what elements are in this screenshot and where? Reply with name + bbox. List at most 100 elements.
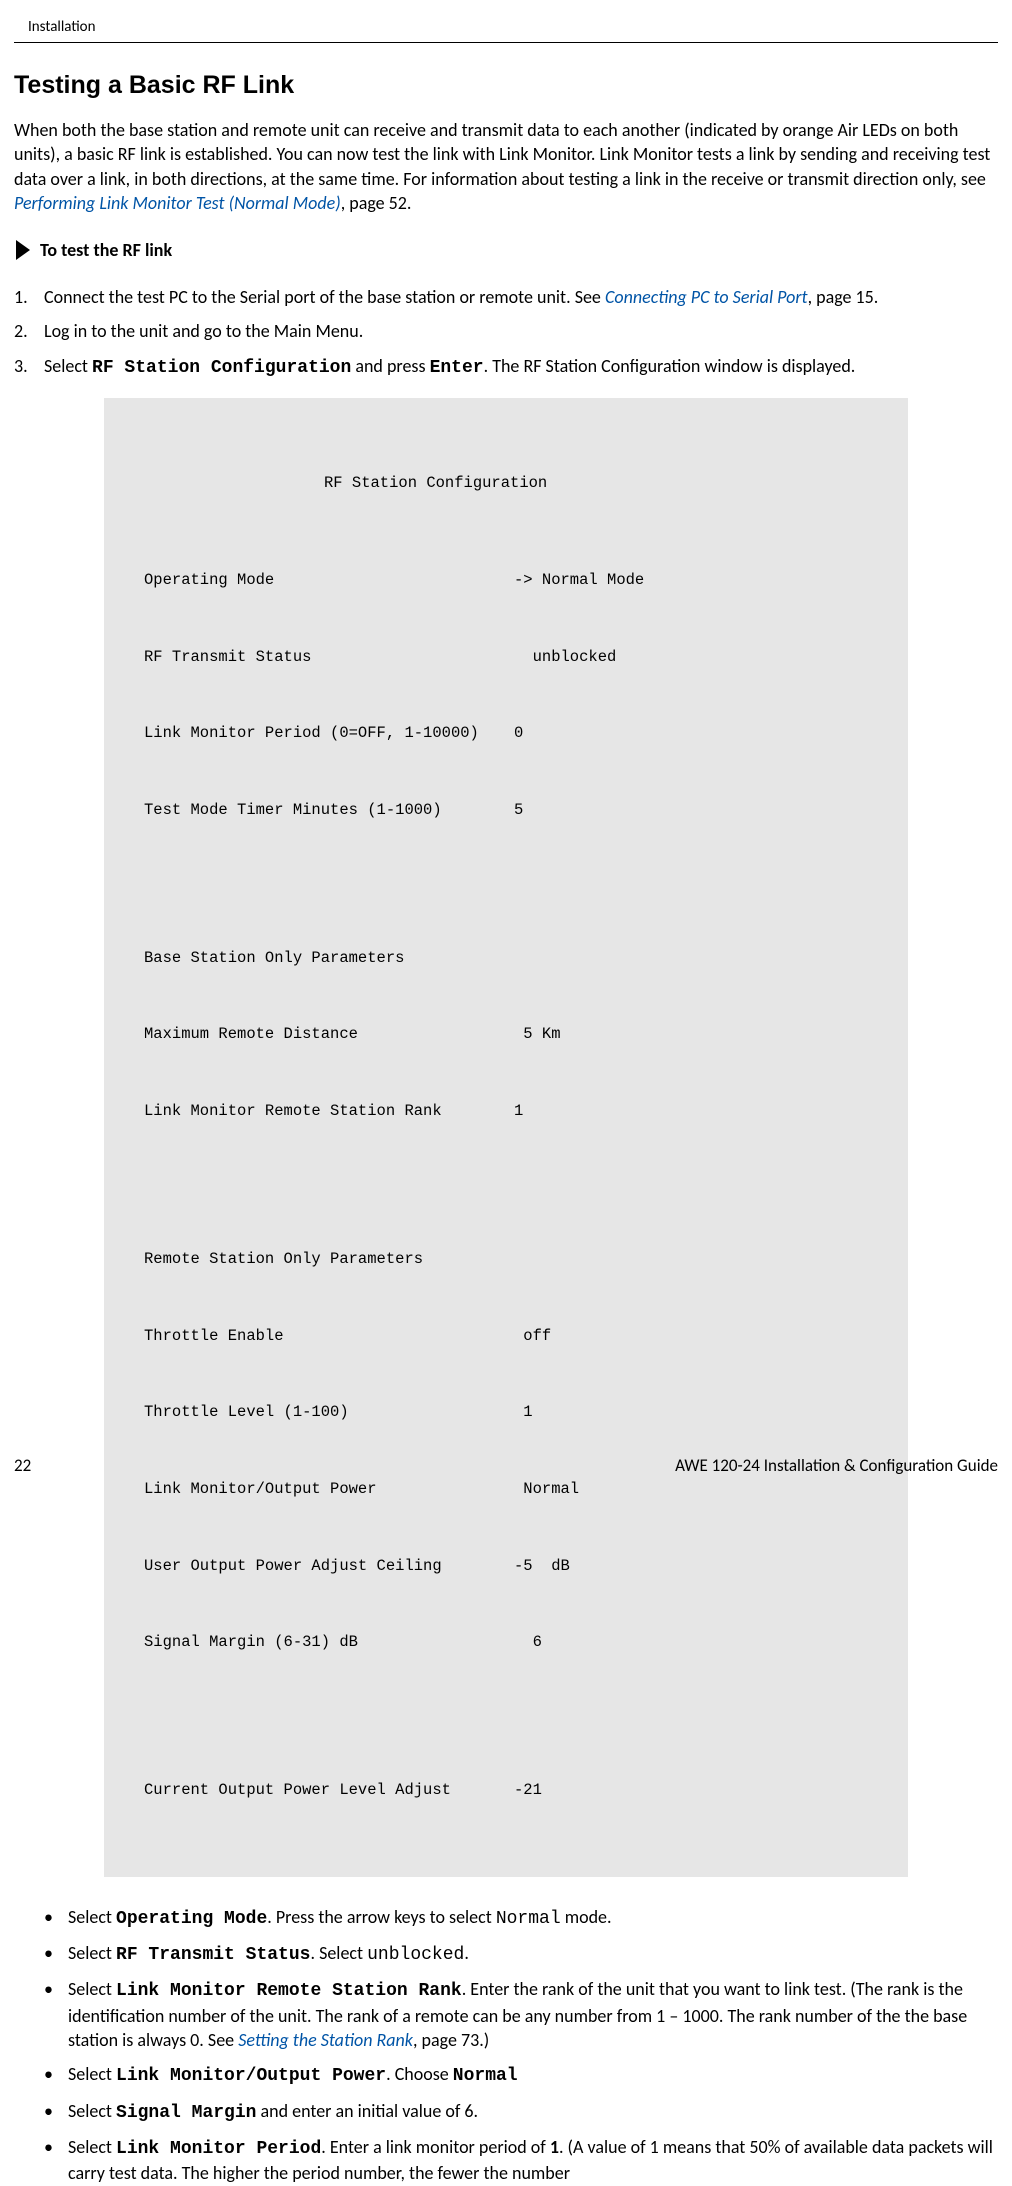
ordered-list: 1. Connect the test PC to the Serial por… <box>14 285 998 380</box>
page-title: Testing a Basic RF Link <box>14 71 998 100</box>
terminal-label: User Output Power Adjust Ceiling <box>144 1554 514 1580</box>
step-body: Connect the test PC to the Serial port o… <box>44 285 998 309</box>
terminal-row: Throttle Enable off <box>144 1324 868 1350</box>
terminal-row: RF Transmit Status unblocked <box>144 645 868 671</box>
terminal-value: 5 <box>514 798 868 824</box>
bullet-link[interactable]: Setting the Station Rank <box>238 2029 413 2051</box>
procedure-heading-text: To test the RF link <box>40 239 172 261</box>
step-code: Enter <box>430 358 484 378</box>
bullet-marker: • <box>44 2135 68 2186</box>
terminal-value: Normal <box>514 1477 868 1503</box>
bullet-item: • Select Link Monitor Period. Enter a li… <box>44 2135 998 2186</box>
terminal-spacer <box>144 1707 868 1727</box>
bullet-text: Select <box>68 2136 116 2158</box>
header-section: Installation <box>14 0 998 43</box>
terminal-value: 1 <box>514 1400 868 1426</box>
footer: 22 AWE 120-24 Installation & Configurati… <box>14 1455 998 1476</box>
terminal-title: RF Station Configuration <box>144 471 868 497</box>
terminal-value: -5 dB <box>514 1554 868 1580</box>
bullet-text: Select <box>68 1906 116 1928</box>
header-text: Installation <box>28 18 95 36</box>
terminal-row: Link Monitor Remote Station Rank1 <box>144 1099 868 1125</box>
bullet-code: Link Monitor Period <box>116 2139 321 2159</box>
intro-text-2: , page 52. <box>341 192 412 214</box>
intro-link[interactable]: Performing Link Monitor Test (Normal Mod… <box>14 192 341 214</box>
terminal-label: Current Output Power Level Adjust <box>144 1778 514 1804</box>
footer-title: AWE 120-24 Installation & Configuration … <box>675 1455 998 1476</box>
terminal-label: Throttle Level (1-100) <box>144 1400 514 1426</box>
bullet-text: and enter an initial value of 6. <box>256 2100 478 2122</box>
bullet-code: Operating Mode <box>116 1909 267 1929</box>
bullet-body: Select Link Monitor/Output Power. Choose… <box>68 2062 998 2088</box>
bullet-code: Link Monitor Remote Station Rank <box>116 1981 462 2001</box>
terminal-label: Link Monitor Period (0=OFF, 1-10000) <box>144 721 514 747</box>
step-link[interactable]: Connecting PC to Serial Port <box>605 286 808 308</box>
step-num: 2. <box>14 319 44 343</box>
terminal-row: User Output Power Adjust Ceiling-5 dB <box>144 1554 868 1580</box>
bullet-text: Select <box>68 1942 116 1964</box>
step-text: , page 15. <box>808 286 879 308</box>
terminal-row: Signal Margin (6-31) dB 6 <box>144 1630 868 1656</box>
bullet-bold: 1 <box>550 2136 559 2158</box>
terminal-label: Base Station Only Parameters <box>144 946 514 972</box>
terminal-label: Maximum Remote Distance <box>144 1022 514 1048</box>
page-number: 22 <box>14 1455 31 1476</box>
terminal-row: Link Monitor Period (0=OFF, 1-10000)0 <box>144 721 868 747</box>
terminal-label: Link Monitor/Output Power <box>144 1477 514 1503</box>
bullet-code: Normal <box>453 2066 518 2086</box>
terminal-row: Remote Station Only Parameters <box>144 1247 868 1273</box>
terminal-output: RF Station Configuration Operating Mode-… <box>104 398 908 1877</box>
bullet-text: . Enter a link monitor period of <box>321 2136 550 2158</box>
bullet-body: Select Link Monitor Remote Station Rank.… <box>68 1977 998 2052</box>
terminal-value: 0 <box>514 721 868 747</box>
bullet-item: • Select Operating Mode. Press the arrow… <box>44 1905 998 1931</box>
bullet-list: • Select Operating Mode. Press the arrow… <box>44 1905 998 2186</box>
step-text: Connect the test PC to the Serial port o… <box>44 286 605 308</box>
terminal-label: Operating Mode <box>144 568 514 594</box>
bullet-marker: • <box>44 1977 68 2052</box>
bullet-body: Select Signal Margin and enter an initia… <box>68 2099 998 2125</box>
terminal-label: Test Mode Timer Minutes (1-1000) <box>144 798 514 824</box>
bullet-text: . Press the arrow keys to select <box>267 1906 496 1928</box>
terminal-row: Operating Mode-> Normal Mode <box>144 568 868 594</box>
step-text: and press <box>351 355 429 377</box>
bullet-item: • Select Link Monitor/Output Power. Choo… <box>44 2062 998 2088</box>
terminal-value: unblocked <box>514 645 868 671</box>
terminal-label: Link Monitor Remote Station Rank <box>144 1099 514 1125</box>
bullet-mono: unblocked <box>367 1945 464 1965</box>
bullet-text: Select <box>68 1978 116 2000</box>
bullet-text: Select <box>68 2100 116 2122</box>
bullet-code: RF Transmit Status <box>116 1945 310 1965</box>
step-num: 3. <box>14 354 44 380</box>
terminal-value <box>514 946 868 972</box>
bullet-marker: • <box>44 2099 68 2125</box>
bullet-item: • Select Link Monitor Remote Station Ran… <box>44 1977 998 2052</box>
bullet-marker: • <box>44 2062 68 2088</box>
terminal-value: 5 Km <box>514 1022 868 1048</box>
terminal-value: -> Normal Mode <box>514 568 868 594</box>
step-num: 1. <box>14 285 44 309</box>
terminal-row: Base Station Only Parameters <box>144 946 868 972</box>
terminal-row: Throttle Level (1-100) 1 <box>144 1400 868 1426</box>
terminal-value: off <box>514 1324 868 1350</box>
intro-text-1: When both the base station and remote un… <box>14 119 990 190</box>
bullet-body: Select Link Monitor Period. Enter a link… <box>68 2135 998 2186</box>
terminal-spacer <box>144 1176 868 1196</box>
bullet-text: . Select <box>310 1942 367 1964</box>
step-text: Select <box>44 355 92 377</box>
terminal-value: 6 <box>514 1630 868 1656</box>
step-2: 2. Log in to the unit and go to the Main… <box>14 319 998 343</box>
arrow-icon <box>16 240 30 260</box>
terminal-value: -21 <box>514 1778 868 1804</box>
bullet-code: Link Monitor/Output Power <box>116 2066 386 2086</box>
terminal-label: Throttle Enable <box>144 1324 514 1350</box>
bullet-mono: Normal <box>496 1909 561 1929</box>
step-body: Log in to the unit and go to the Main Me… <box>44 319 998 343</box>
bullet-body: Select RF Transmit Status. Select unbloc… <box>68 1941 998 1967</box>
terminal-label: Remote Station Only Parameters <box>144 1247 514 1273</box>
intro-paragraph: When both the base station and remote un… <box>14 118 998 215</box>
bullet-text: mode. <box>561 1906 612 1928</box>
bullet-text: Select <box>68 2063 116 2085</box>
bullet-item: • Select RF Transmit Status. Select unbl… <box>44 1941 998 1967</box>
step-body: Select RF Station Configuration and pres… <box>44 354 998 380</box>
